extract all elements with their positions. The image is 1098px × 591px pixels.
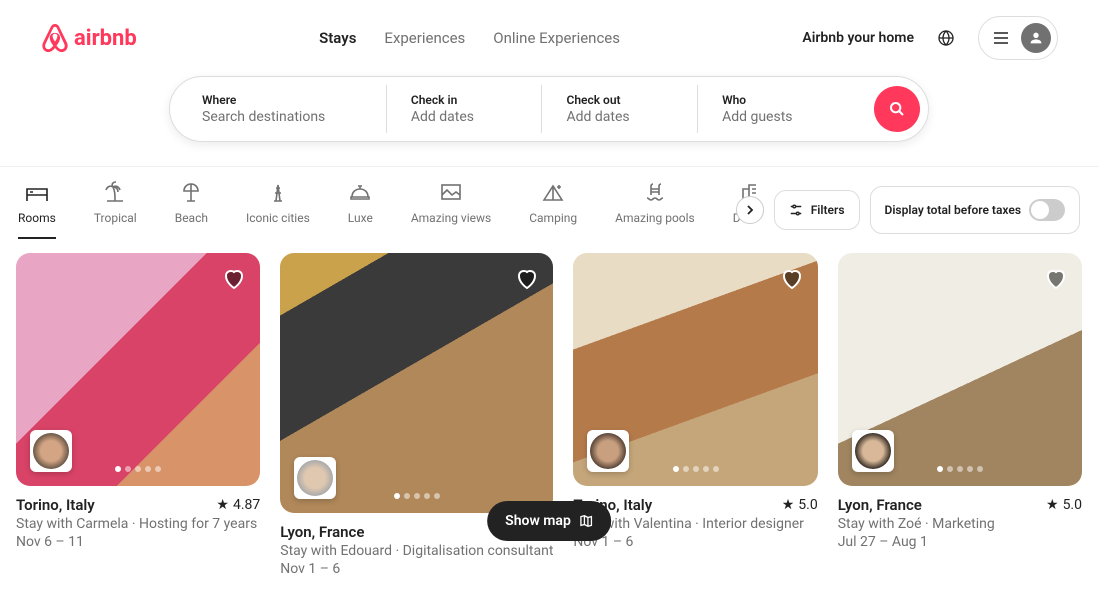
wishlist-button[interactable] [222, 267, 246, 295]
listing-location: Torino, Italy [16, 496, 95, 514]
host-avatar [30, 430, 72, 472]
category-rooms[interactable]: Rooms [18, 181, 56, 239]
host-avatar [587, 430, 629, 472]
category-label: Camping [529, 211, 577, 225]
brand-name: airbnb [74, 26, 137, 51]
checkout-label: Check out [566, 93, 673, 107]
language-button[interactable] [930, 22, 962, 54]
logo[interactable]: airbnb [40, 22, 137, 54]
heart-icon [1044, 267, 1068, 291]
checkin-label: Check in [411, 93, 518, 107]
search-where[interactable]: Where Search destinations [178, 85, 387, 133]
wishlist-button[interactable] [515, 267, 539, 295]
search-button[interactable] [874, 86, 920, 132]
search-checkout[interactable]: Check out Add dates [542, 85, 698, 133]
listing-host-info: Stay with Edouard · Digitalisation consu… [280, 543, 553, 559]
heart-icon [515, 267, 539, 291]
checkout-placeholder: Add dates [566, 109, 673, 125]
category-label: Amazing views [411, 211, 491, 225]
wishlist-button[interactable] [1044, 267, 1068, 295]
listing-dates: Nov 1 – 6 [573, 534, 817, 550]
hamburger-icon [993, 30, 1009, 46]
listing-rating: ★ 5.0 [1046, 496, 1082, 514]
category-camping[interactable]: Camping [529, 181, 577, 239]
listing-image[interactable] [16, 253, 260, 486]
image-dots [937, 466, 983, 472]
category-scroller[interactable]: Rooms Tropical Beach Iconic cities Luxe … [18, 181, 756, 239]
frame-icon [439, 181, 463, 205]
tax-toggle-label: Display total before taxes [885, 203, 1022, 217]
host-avatar [852, 430, 894, 472]
tab-online-experiences[interactable]: Online Experiences [493, 29, 620, 47]
palm-icon [103, 181, 127, 205]
show-map-button[interactable]: Show map [487, 501, 611, 541]
category-amazing-views[interactable]: Amazing views [411, 181, 491, 239]
where-placeholder: Search destinations [202, 109, 362, 125]
listing-image[interactable] [280, 253, 553, 513]
tent-icon [541, 181, 565, 205]
filters-label: Filters [811, 203, 845, 217]
listing-card[interactable]: Lyon, France ★ 5.0 Stay with Zoé · Marke… [838, 253, 1082, 577]
search-checkin[interactable]: Check in Add dates [387, 85, 543, 133]
category-next-button[interactable] [736, 196, 764, 224]
category-amazing-pools[interactable]: Amazing pools [615, 181, 695, 239]
umbrella-icon [179, 181, 203, 205]
listing-rating: ★ 4.87 [216, 496, 260, 514]
map-icon [579, 514, 593, 528]
checkin-placeholder: Add dates [411, 109, 518, 125]
category-label: Iconic cities [246, 211, 310, 225]
bed-icon [25, 181, 49, 205]
tab-stays[interactable]: Stays [319, 29, 356, 47]
listing-card[interactable]: Torino, Italy ★ 5.0 Stay with Valentina … [573, 253, 817, 577]
listing-card[interactable]: Torino, Italy ★ 4.87 Stay with Carmela ·… [16, 253, 260, 577]
chevron-right-icon [745, 205, 755, 215]
category-tropical[interactable]: Tropical [94, 181, 137, 239]
category-label: Amazing pools [615, 211, 695, 225]
search-icon [889, 101, 905, 117]
category-label: Tropical [94, 211, 137, 225]
sliders-icon [789, 203, 803, 217]
tab-experiences[interactable]: Experiences [384, 29, 465, 47]
tax-toggle[interactable]: Display total before taxes [870, 186, 1081, 234]
host-your-home-link[interactable]: Airbnb your home [802, 30, 914, 46]
listing-rating: ★ 5.0 [782, 496, 818, 514]
image-dots [394, 493, 440, 499]
listing-location: Lyon, France [838, 496, 922, 514]
image-dots [115, 466, 161, 472]
listing-image[interactable] [573, 253, 817, 486]
category-beach[interactable]: Beach [175, 181, 208, 239]
heart-icon [780, 267, 804, 291]
wishlist-button[interactable] [780, 267, 804, 295]
cloche-icon [348, 181, 372, 205]
image-dots [673, 466, 719, 472]
where-label: Where [202, 93, 362, 107]
listing-host-info: Stay with Zoé · Marketing [838, 516, 1082, 532]
listing-image[interactable] [838, 253, 1082, 486]
search-who[interactable]: Who Add guests [698, 85, 874, 133]
pool-icon [643, 181, 667, 205]
listing-dates: Nov 1 – 6 [280, 561, 553, 577]
category-luxe[interactable]: Luxe [348, 181, 373, 239]
host-avatar [294, 457, 336, 499]
listing-dates: Nov 6 – 11 [16, 534, 260, 550]
tower-icon [266, 181, 290, 205]
who-placeholder: Add guests [722, 109, 850, 125]
listing-location: Lyon, France [280, 523, 364, 541]
nav-tabs: Stays Experiences Online Experiences [319, 29, 620, 47]
show-map-label: Show map [505, 513, 571, 529]
category-label: Luxe [348, 211, 373, 225]
avatar-icon [1021, 23, 1051, 53]
category-iconic-cities[interactable]: Iconic cities [246, 181, 310, 239]
listing-dates: Jul 27 – Aug 1 [838, 534, 1082, 550]
globe-icon [938, 30, 954, 46]
toggle-switch[interactable] [1029, 199, 1065, 221]
user-menu[interactable] [978, 16, 1058, 60]
who-label: Who [722, 93, 850, 107]
category-label: Beach [175, 211, 208, 225]
search-bar: Where Search destinations Check in Add d… [169, 76, 929, 142]
listing-host-info: Stay with Carmela · Hosting for 7 years [16, 516, 260, 532]
heart-icon [222, 267, 246, 291]
category-label: Rooms [18, 211, 56, 225]
filters-button[interactable]: Filters [774, 190, 860, 230]
